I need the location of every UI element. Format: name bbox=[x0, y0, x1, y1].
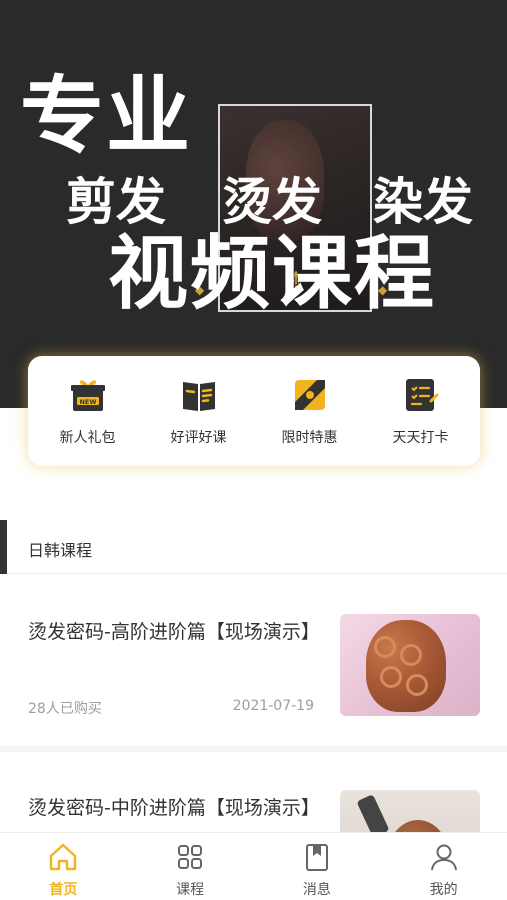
svg-text:NEW: NEW bbox=[79, 398, 96, 406]
quick-action-top-rated[interactable]: 好评好课 bbox=[147, 375, 251, 447]
course-title: 烫发密码-高阶进阶篇【现场演示】 bbox=[28, 621, 320, 643]
curly-hair-graphic bbox=[366, 620, 446, 712]
section-header: 日韩课程 bbox=[0, 520, 507, 574]
quick-action-limited-offer[interactable]: 限时特惠 bbox=[258, 375, 362, 447]
banner-perm-text: 烫发 bbox=[222, 173, 322, 231]
quick-action-daily-checkin[interactable]: 天天打卡 bbox=[369, 375, 473, 447]
banner-cut-text: 剪发 bbox=[66, 173, 166, 231]
quick-action-label: 限时特惠 bbox=[281, 430, 338, 446]
curl-graphic bbox=[380, 666, 402, 688]
course-sales-count: 28人已购买 bbox=[28, 701, 102, 717]
course-thumbnail bbox=[340, 614, 480, 716]
nav-label: 我的 bbox=[429, 882, 458, 898]
course-card[interactable]: 烫发密码-高阶进阶篇【现场演示】 28人已购买 2021-07-19 bbox=[0, 576, 507, 752]
nav-label: 消息 bbox=[302, 882, 331, 898]
book-rating-icon bbox=[182, 382, 215, 411]
nav-courses[interactable]: 课程 bbox=[127, 833, 254, 900]
nav-label: 课程 bbox=[176, 882, 205, 898]
banner-subheadline: 视频课程 bbox=[108, 227, 436, 320]
bottom-nav: 首页 课程 消息 我的 bbox=[0, 832, 507, 900]
quick-action-label: 天天打卡 bbox=[392, 430, 449, 446]
grid-icon bbox=[178, 845, 203, 869]
curl-graphic bbox=[374, 636, 396, 658]
nav-messages[interactable]: 消息 bbox=[254, 833, 381, 900]
section-accent-bar bbox=[0, 520, 7, 574]
hero-banner[interactable]: ⚜ ◆ ◆ 专业 剪发 烫发 染发 视频课程 bbox=[0, 0, 507, 408]
course-card[interactable]: 烫发密码-中阶进阶篇【现场演示】 bbox=[0, 752, 507, 842]
gift-new-icon: NEW bbox=[70, 380, 105, 411]
user-icon bbox=[430, 844, 457, 871]
course-date: 2021-07-19 bbox=[232, 698, 314, 714]
quick-action-new-user-gift[interactable]: NEW 新人礼包 bbox=[36, 375, 140, 447]
home-icon bbox=[50, 843, 77, 871]
bookmark-book-icon bbox=[305, 844, 328, 871]
checkin-clipboard-icon bbox=[405, 379, 438, 411]
quick-actions-card: NEW 新人礼包 好评好课 限时特惠 天天打卡 bbox=[28, 356, 480, 466]
curl-graphic bbox=[406, 674, 428, 696]
banner-dye-text: 染发 bbox=[373, 173, 473, 231]
quick-action-label: 新人礼包 bbox=[59, 430, 116, 446]
banner-headline: 专业 bbox=[20, 67, 193, 165]
course-title: 烫发密码-中阶进阶篇【现场演示】 bbox=[28, 797, 320, 819]
coupon-icon bbox=[294, 380, 325, 410]
quick-action-label: 好评好课 bbox=[170, 430, 227, 446]
nav-home[interactable]: 首页 bbox=[0, 833, 127, 900]
nav-profile[interactable]: 我的 bbox=[380, 833, 507, 900]
curl-graphic bbox=[400, 644, 422, 666]
nav-label: 首页 bbox=[49, 882, 78, 898]
section-title: 日韩课程 bbox=[28, 541, 93, 560]
